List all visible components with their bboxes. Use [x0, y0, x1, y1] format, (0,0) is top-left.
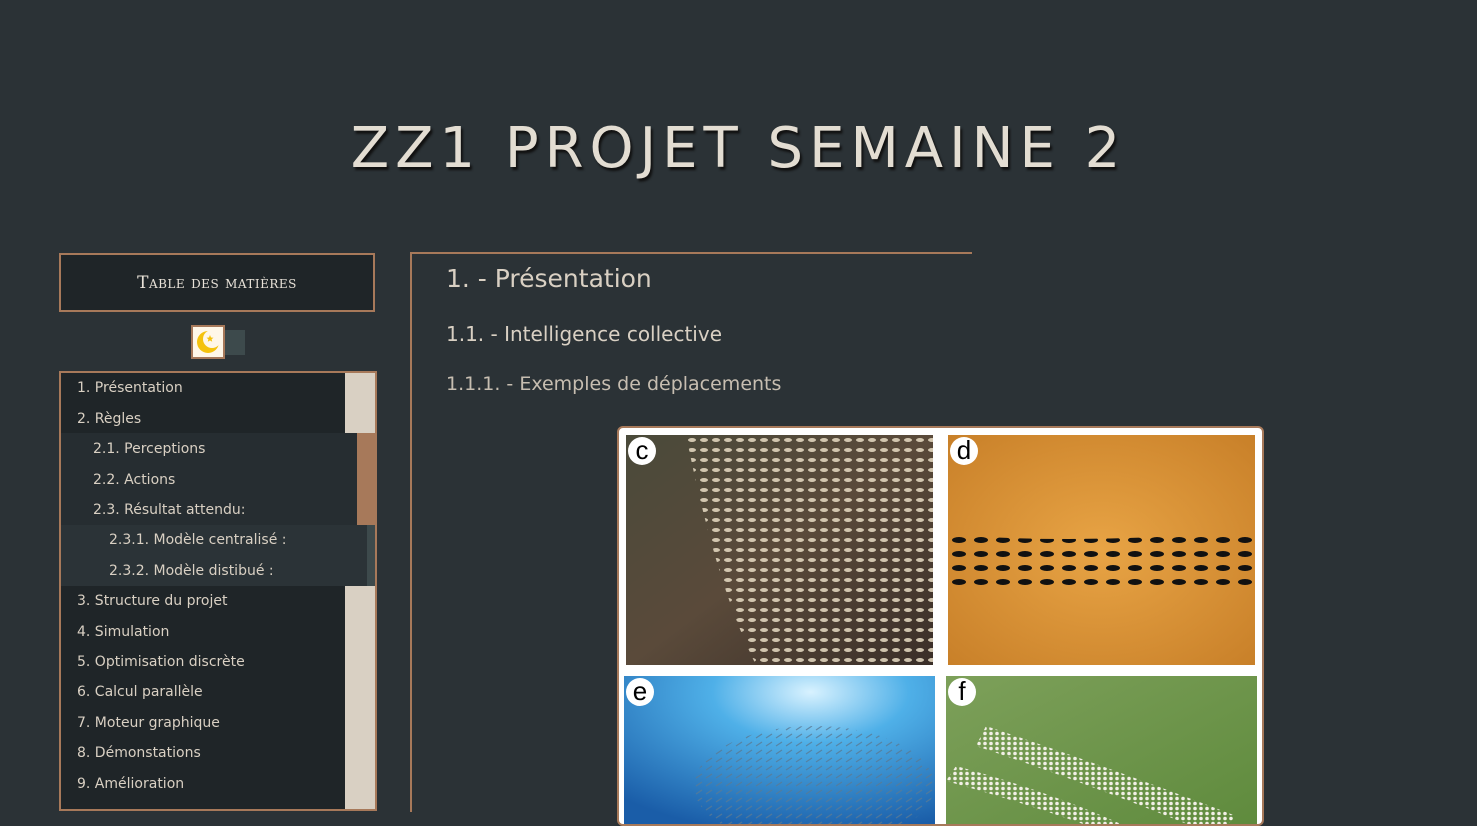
- toc-subsub-scrollbar[interactable]: [367, 525, 375, 586]
- toc-item-regles[interactable]: 2. Règles: [77, 404, 141, 434]
- toc-item-perceptions[interactable]: 2.1. Perceptions: [93, 434, 205, 464]
- toc-title: Table des matières: [59, 253, 375, 312]
- section-heading-intelligence-collective: 1.1. - Intelligence collective: [446, 322, 723, 346]
- toc-item-presentation[interactable]: 1. Présentation: [77, 373, 183, 403]
- section-heading-exemples-deplacements: 1.1.1. - Exemples de déplacements: [446, 373, 782, 395]
- site-title: ZZ1 PROJET SEMAINE 2: [350, 115, 1127, 181]
- section-heading-presentation: 1. - Présentation: [446, 264, 652, 293]
- panel-label-d: d: [950, 437, 978, 465]
- main-content: 1. - Présentation 1.1. - Intelligence co…: [410, 252, 1477, 826]
- photo-panel-e: e: [624, 676, 935, 824]
- panel-label-e: e: [626, 678, 654, 706]
- main-top-border: [412, 252, 972, 254]
- toc-item-modele-centralise[interactable]: 2.3.1. Modèle centralisé :: [109, 525, 286, 555]
- photo-panel-f: f: [946, 676, 1257, 824]
- toc-item-optimisation-discrete[interactable]: 5. Optimisation discrète: [77, 647, 245, 677]
- toc-item-calcul-parallele[interactable]: 6. Calcul parallèle: [77, 677, 203, 707]
- panel-label-c: c: [628, 437, 656, 465]
- toc-item-demonstations[interactable]: 8. Démonstations: [77, 738, 201, 768]
- toc-item-moteur-graphique[interactable]: 7. Moteur graphique: [77, 708, 220, 738]
- photo-panel-d: d: [948, 435, 1255, 665]
- toc-item-resultat-attendu[interactable]: 2.3. Résultat attendu:: [93, 495, 245, 525]
- moon-star-icon[interactable]: [191, 325, 225, 359]
- toc-list: 1. Présentation 2. Règles 2.1. Perceptio…: [59, 371, 377, 811]
- toc-sub-scrollbar[interactable]: [357, 433, 375, 525]
- panel-label-f: f: [948, 678, 976, 706]
- theme-toggle[interactable]: [191, 325, 246, 359]
- toc-item-actions[interactable]: 2.2. Actions: [93, 465, 175, 495]
- toc-item-amelioration[interactable]: 9. Amélioration: [77, 769, 184, 799]
- toc-item-modele-distribue[interactable]: 2.3.2. Modèle distibué :: [109, 556, 274, 586]
- photo-panel-c: c: [626, 435, 933, 665]
- toc-item-simulation[interactable]: 4. Simulation: [77, 617, 169, 647]
- toc-item-structure-du-projet[interactable]: 3. Structure du projet: [77, 586, 228, 616]
- collective-movement-figure: c d e f: [617, 426, 1264, 826]
